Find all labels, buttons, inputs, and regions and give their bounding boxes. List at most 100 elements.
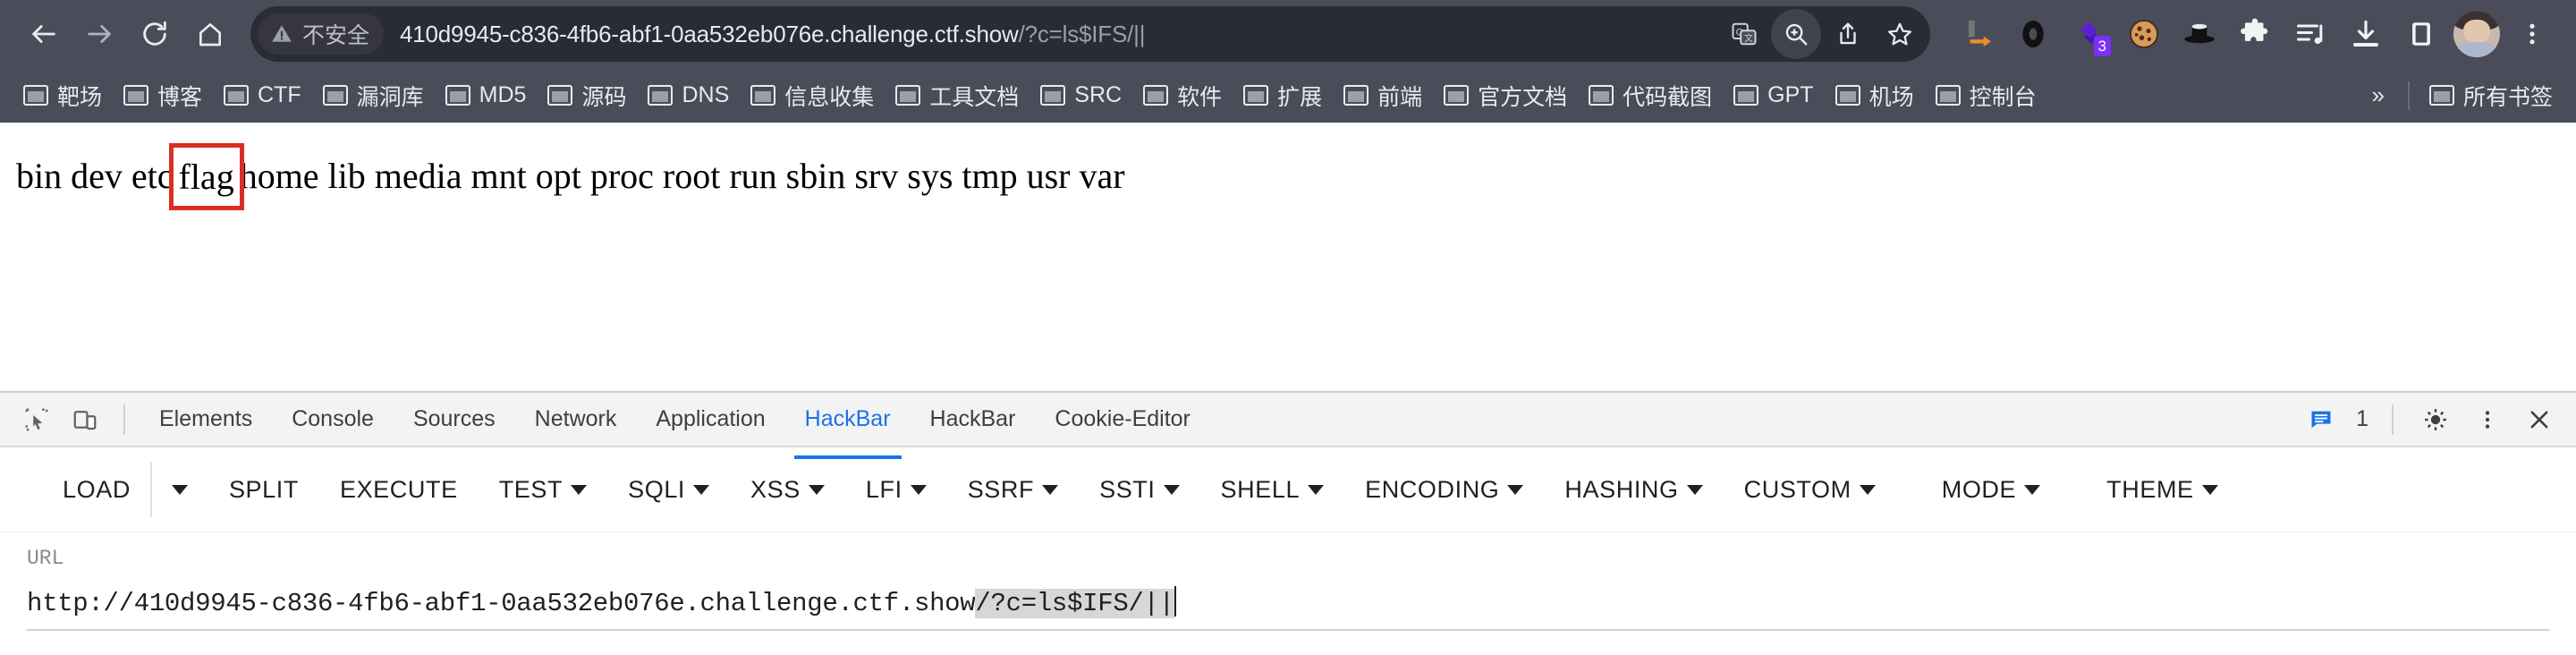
black-ring-icon	[2022, 21, 2044, 47]
bookmark-label: 官方文档	[1478, 84, 1568, 110]
hackbar-ssrf-menu[interactable]: SSRF	[962, 465, 1063, 515]
profile-button[interactable]	[2449, 6, 2504, 62]
device-toggle-icon	[73, 410, 97, 430]
all-bookmarks-label: 所有书签	[2462, 84, 2553, 110]
hackbar-test-menu[interactable]: TEST	[494, 465, 592, 515]
close-icon	[2530, 411, 2548, 428]
bookmark-label: 代码截图	[1623, 84, 1713, 110]
bookmarks-bar: 靶场 博客 CTF 漏洞库 MD5 源码 DNS 信息收集 工具文档 SRC 软…	[0, 68, 2576, 123]
share-button[interactable]	[1823, 9, 1873, 59]
zoom-button[interactable]	[1771, 9, 1821, 59]
devtools-right-actions: 1	[2297, 396, 2563, 444]
tab-hackbar-active[interactable]: HackBar	[785, 394, 911, 459]
bookmark-item[interactable]: 软件	[1132, 74, 1233, 117]
hackbar-load-button[interactable]: LOAD	[57, 465, 136, 515]
browser-menu-button[interactable]	[2504, 6, 2560, 62]
hackbar-shell-label: SHELL	[1220, 475, 1301, 503]
folder-icon	[1343, 85, 1369, 106]
translate-button[interactable]: G 文	[1719, 9, 1769, 59]
bookmark-item[interactable]: 工具文档	[885, 74, 1030, 117]
bookmarks-overflow-button[interactable]: »	[2358, 78, 2399, 113]
hackbar-custom-menu[interactable]: CUSTOM	[1739, 465, 1881, 515]
bookmark-item[interactable]: 漏洞库	[312, 74, 435, 117]
back-button[interactable]	[16, 6, 72, 62]
devtools-settings-button[interactable]	[2411, 396, 2460, 444]
extensions-menu-button[interactable]	[2227, 6, 2283, 62]
folder-icon	[895, 85, 921, 106]
folder-icon	[1935, 85, 1961, 106]
tab-sources[interactable]: Sources	[394, 394, 515, 445]
address-bar[interactable]: 不安全 410d9945-c836-4fb6-abf1-0aa532eb076e…	[250, 6, 1930, 62]
hackbar-hashing-menu[interactable]: HASHING	[1559, 465, 1707, 515]
bookmark-item[interactable]: 代码截图	[1578, 74, 1723, 117]
bookmark-item[interactable]: 扩展	[1233, 74, 1333, 117]
hackbar-execute-button[interactable]: EXECUTE	[335, 465, 463, 515]
bookmark-item[interactable]: 源码	[537, 74, 637, 117]
bookmark-item[interactable]: 官方文档	[1433, 74, 1578, 117]
url-query: /?c=ls$IFS/||	[1018, 20, 1146, 47]
chevron-down-icon	[1507, 484, 1524, 495]
share-icon	[1840, 22, 1856, 45]
home-button[interactable]	[182, 6, 238, 62]
tab-elements[interactable]: Elements	[140, 394, 272, 445]
tab-application[interactable]: Application	[636, 394, 784, 445]
black-ring-extension[interactable]	[2005, 6, 2061, 62]
side-panel-button[interactable]	[2394, 6, 2449, 62]
bookmark-item[interactable]: 信息收集	[740, 74, 885, 117]
hackbar-ssti-menu[interactable]: SSTI	[1094, 465, 1184, 515]
forward-button[interactable]	[72, 6, 127, 62]
bookmark-item[interactable]: 机场	[1825, 74, 1925, 117]
bookmark-item[interactable]: 靶场	[13, 74, 113, 117]
bookmark-item[interactable]: 博客	[113, 74, 213, 117]
bookmark-item[interactable]: SRC	[1030, 77, 1132, 114]
hackbar-split-button[interactable]: SPLIT	[224, 465, 304, 515]
reload-button[interactable]	[127, 6, 182, 62]
messages-button[interactable]	[2297, 396, 2345, 444]
hackbar-mode-menu[interactable]: MODE	[1936, 465, 2046, 515]
bookmark-label: 靶场	[57, 84, 103, 110]
bookmark-item[interactable]: 前端	[1333, 74, 1433, 117]
inspect-element-button[interactable]	[13, 396, 61, 444]
url-input[interactable]: http://410d9945-c836-4fb6-abf1-0aa532eb0…	[27, 586, 2549, 625]
devtools-more-button[interactable]	[2463, 396, 2512, 444]
bookmark-label: 博客	[157, 84, 203, 110]
bookmark-item[interactable]: MD5	[435, 77, 538, 114]
bookmark-item[interactable]: 控制台	[1925, 74, 2047, 117]
tab-cookie-editor[interactable]: Cookie-Editor	[1035, 394, 1209, 445]
directory-before: bin dev etc	[16, 156, 174, 196]
bookmarks-separator	[2407, 81, 2410, 110]
playlist-extension[interactable]	[2283, 6, 2338, 62]
tab-hackbar-secondary[interactable]: HackBar	[911, 394, 1036, 445]
reload-icon	[143, 21, 166, 46]
bookmark-item[interactable]: GPT	[1723, 77, 1824, 114]
hackbar-sqli-menu[interactable]: SQLI	[623, 465, 715, 515]
bookmark-item[interactable]: CTF	[213, 77, 312, 114]
hackbar-shell-menu[interactable]: SHELL	[1216, 465, 1330, 515]
hackbar-theme-menu[interactable]: THEME	[2101, 465, 2224, 515]
hackbar-xss-menu[interactable]: XSS	[745, 465, 830, 515]
all-bookmarks-button[interactable]: 所有书签	[2419, 74, 2563, 117]
devtools-close-button[interactable]	[2515, 396, 2563, 444]
bookmark-button[interactable]	[1875, 9, 1925, 59]
bookmark-label: CTF	[258, 82, 301, 107]
tab-console[interactable]: Console	[272, 394, 394, 445]
bookmark-label: 前端	[1377, 84, 1423, 110]
device-toolbar-button[interactable]	[61, 396, 109, 444]
chevron-down-icon	[808, 484, 825, 495]
orange-arrow-extension[interactable]	[1950, 6, 2005, 62]
hackbar-lfi-menu[interactable]: LFI	[860, 465, 932, 515]
text-caret	[1174, 586, 1176, 617]
puzzle-icon	[2241, 18, 2268, 41]
purple-diamond-extension[interactable]: 3	[2061, 6, 2116, 62]
download-button[interactable]	[2338, 6, 2394, 62]
security-status[interactable]: 不安全	[258, 13, 385, 55]
chevron-down-icon	[1042, 484, 1059, 495]
bookmark-item[interactable]: DNS	[637, 77, 740, 114]
bookmark-label: SRC	[1074, 82, 1123, 107]
cookie-extension[interactable]	[2116, 6, 2172, 62]
omnibox-actions: G 文	[1719, 9, 1930, 59]
hackbar-load-dropdown[interactable]	[166, 474, 193, 506]
black-hat-extension[interactable]	[2172, 6, 2227, 62]
tab-network[interactable]: Network	[515, 394, 637, 445]
hackbar-encoding-menu[interactable]: ENCODING	[1360, 465, 1529, 515]
